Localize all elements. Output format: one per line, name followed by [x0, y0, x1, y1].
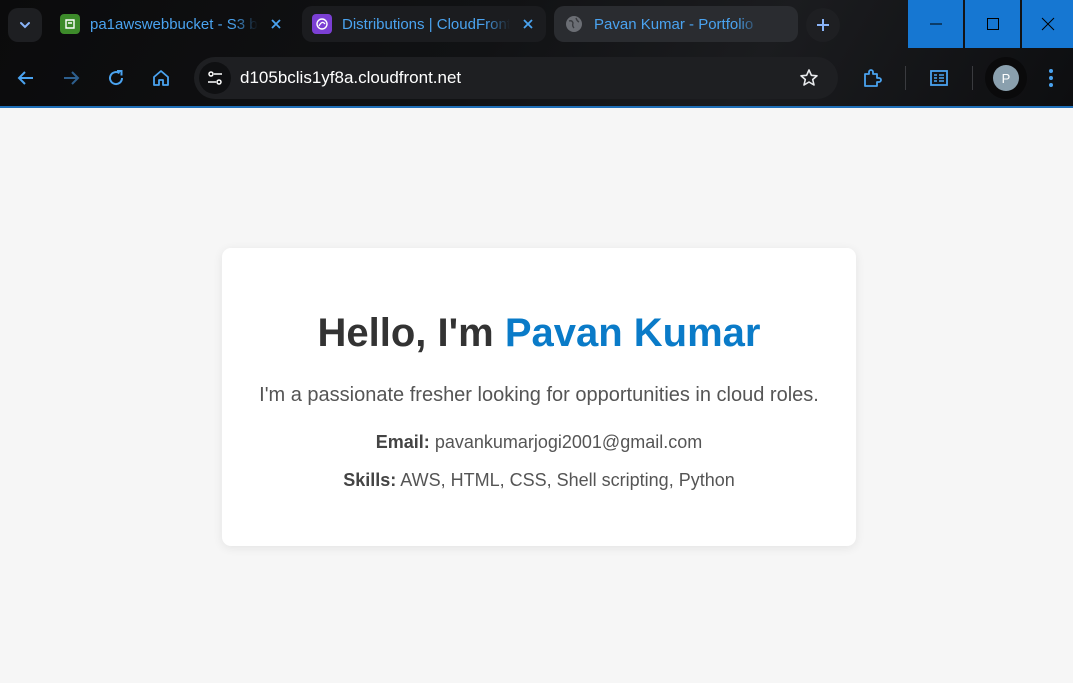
browser-chrome: pa1awswebbucket - S3 bucket Distribution…	[0, 0, 1073, 108]
heading-name: Pavan Kumar	[504, 311, 761, 355]
home-icon	[153, 70, 169, 86]
plus-icon	[817, 19, 829, 31]
arrow-right-icon	[64, 71, 80, 85]
toolbar-divider	[905, 66, 906, 90]
email-line: Email: pavankumarjogi2001@gmail.com	[222, 432, 856, 453]
tab-title: Distributions | CloudFront	[342, 15, 510, 33]
page-viewport: Hello, I'm Pavan Kumar I'm a passionate …	[0, 108, 1073, 683]
close-tab-icon[interactable]	[772, 16, 788, 32]
tune-icon	[208, 71, 222, 85]
cloudfront-icon	[312, 14, 332, 34]
home-button[interactable]	[145, 62, 177, 94]
extensions-button[interactable]	[856, 62, 888, 94]
avatar: P	[993, 65, 1019, 91]
s3-icon	[60, 14, 80, 34]
tab-portfolio[interactable]: Pavan Kumar - Portfolio	[554, 6, 798, 42]
address-bar[interactable]: d105bclis1yf8a.cloudfront.net	[194, 57, 838, 99]
profile-button[interactable]: P	[985, 57, 1027, 99]
reading-list-button[interactable]	[923, 62, 955, 94]
email-value: pavankumarjogi2001@gmail.com	[434, 432, 703, 452]
reload-icon	[109, 70, 124, 86]
site-info-button[interactable]	[199, 62, 231, 94]
arrow-left-icon	[17, 71, 33, 85]
globe-icon	[564, 14, 584, 34]
new-tab-button[interactable]	[806, 8, 840, 42]
close-window-button[interactable]	[1022, 0, 1073, 48]
browser-toolbar: d105bclis1yf8a.cloudfront.net P	[0, 50, 1073, 106]
page-heading: Hello, I'm Pavan Kumar	[222, 311, 856, 356]
profile-card: Hello, I'm Pavan Kumar I'm a passionate …	[222, 248, 856, 546]
tagline: I'm a passionate fresher looking for opp…	[259, 384, 819, 406]
tab-strip: pa1awswebbucket - S3 bucket Distribution…	[0, 0, 1073, 50]
email-label: Email:	[375, 432, 430, 452]
skills-value: AWS, HTML, CSS, Shell scripting, Python	[400, 470, 735, 490]
maximize-icon	[986, 18, 999, 30]
tab-cloudfront[interactable]: Distributions | CloudFront	[302, 6, 546, 42]
more-vert-icon	[1049, 69, 1053, 87]
forward-button[interactable]	[55, 62, 87, 94]
tab-s3-bucket[interactable]: pa1awswebbucket - S3 bucket	[50, 6, 294, 42]
tab-title: Pavan Kumar - Portfolio	[594, 15, 754, 33]
menu-button[interactable]	[1035, 62, 1067, 94]
puzzle-icon	[864, 69, 882, 87]
skills-line: Skills: AWS, HTML, CSS, Shell scripting,…	[222, 470, 856, 491]
tab-search-button[interactable]	[8, 8, 42, 42]
maximize-button[interactable]	[965, 0, 1020, 48]
tab-title: pa1awswebbucket - S3 bucket	[90, 15, 258, 33]
chevron-down-icon	[20, 22, 30, 29]
close-tab-icon[interactable]	[520, 16, 536, 32]
heading-prefix: Hello, I'm	[317, 311, 505, 355]
close-icon	[1041, 17, 1054, 31]
reload-button[interactable]	[100, 62, 132, 94]
skills-label: Skills:	[343, 470, 397, 490]
star-icon	[800, 69, 818, 86]
back-button[interactable]	[10, 62, 42, 94]
minimize-icon	[929, 23, 942, 25]
url-text[interactable]: d105bclis1yf8a.cloudfront.net	[240, 68, 461, 88]
bookmark-button[interactable]	[797, 66, 821, 90]
toolbar-divider	[972, 66, 973, 90]
reading-list-icon	[930, 70, 948, 86]
minimize-button[interactable]	[908, 0, 963, 48]
close-tab-icon[interactable]	[268, 16, 284, 32]
